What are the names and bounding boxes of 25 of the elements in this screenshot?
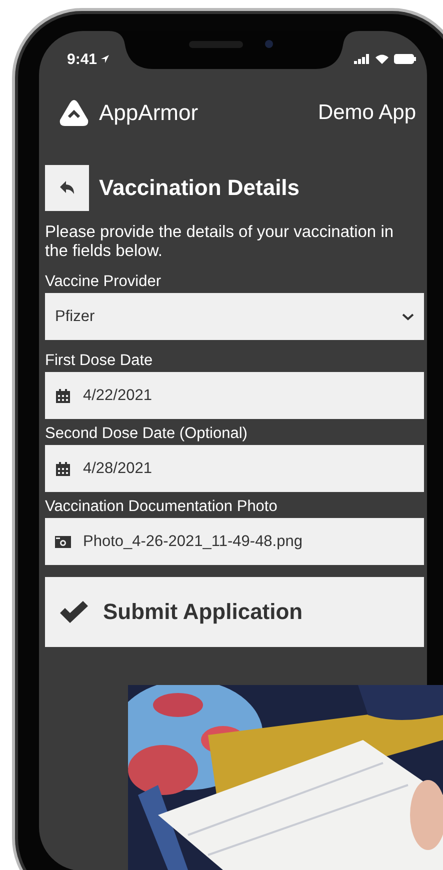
date-field[interactable]: 4/22/2021	[45, 372, 424, 419]
status-time: 9:41	[67, 50, 98, 68]
field-label: Vaccine Provider	[45, 273, 162, 291]
photo-field[interactable]: Photo_4-26-2021_11-49-48.png	[45, 518, 424, 565]
brand-name: AppArmor	[99, 100, 198, 126]
signal-icon	[354, 54, 370, 64]
chevron-down-icon	[402, 312, 414, 320]
field-label: Second Dose Date (Optional)	[45, 425, 248, 443]
field-label: Vaccination Documentation Photo	[45, 498, 278, 516]
location-arrow-icon	[100, 54, 110, 64]
wifi-icon	[375, 54, 389, 64]
camera-icon	[55, 534, 71, 550]
calendar-icon	[55, 388, 71, 404]
date-field[interactable]: 4/28/2021	[45, 445, 424, 492]
calendar-icon	[55, 460, 71, 476]
provider-select[interactable]: Pfizer	[45, 293, 424, 340]
logo-icon	[59, 99, 89, 127]
battery-icon	[394, 54, 416, 64]
page-title: Vaccination Details	[99, 175, 300, 201]
description-text: Please provide the details of your vaccination in the fields below.	[45, 223, 395, 261]
app-name: Demo App	[318, 101, 416, 125]
field-label: First Dose Date	[45, 352, 154, 370]
back-button[interactable]	[45, 165, 89, 211]
checkmark-icon	[59, 600, 89, 624]
submit-button[interactable]: Submit Application	[45, 577, 424, 647]
